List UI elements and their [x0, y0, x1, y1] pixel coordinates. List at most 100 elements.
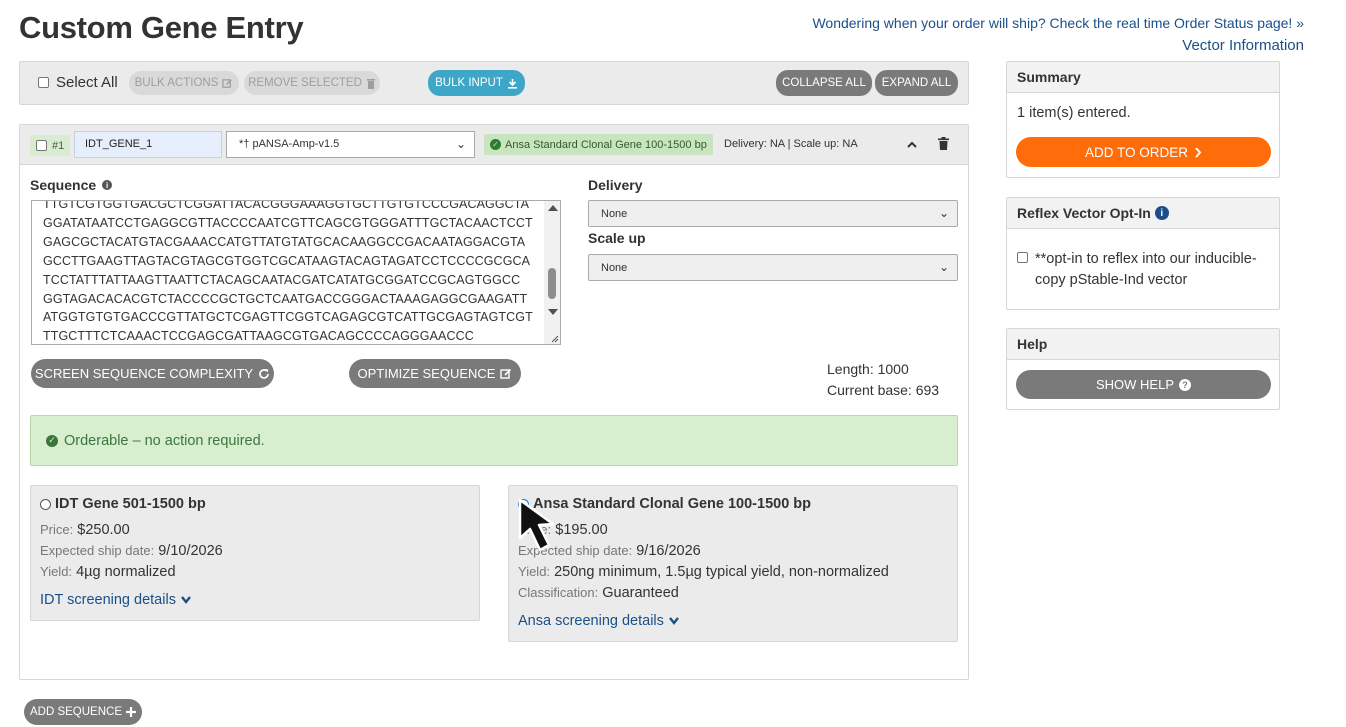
- yield-line: Yield: 250ng minimum, 1.5µg typical yiel…: [518, 564, 889, 580]
- chevron-down-icon: [181, 596, 191, 604]
- bulk-actions-button[interactable]: BULK ACTIONS: [129, 71, 239, 95]
- ansa-screening-details-link[interactable]: Ansa screening details: [518, 613, 680, 629]
- sequence-label: Sequence i: [30, 177, 113, 193]
- sequence-length: Length: 1000: [827, 361, 909, 377]
- check-circle-icon: ✓: [46, 434, 58, 447]
- bulk-actions-label: BULK ACTIONS: [134, 77, 219, 89]
- delivery-label: Delivery: [588, 177, 643, 193]
- yield-line: Yield: 4µg normalized: [40, 564, 176, 580]
- remove-selected-button[interactable]: REMOVE SELECTED: [244, 71, 380, 95]
- bulk-input-label: BULK INPUT: [435, 77, 503, 89]
- price-value: $250.00: [77, 522, 130, 538]
- checkbox-icon[interactable]: [38, 77, 49, 88]
- sequence-line: TTGCTTTCTCAAACTCCGAGCGATTAAGCGTGACAGCCCC…: [43, 329, 474, 344]
- product-badge: ✓ Ansa Standard Clonal Gene 100-1500 bp: [484, 134, 713, 155]
- select-all-label: Select All: [56, 74, 118, 91]
- radio-button[interactable]: [40, 498, 51, 510]
- info-icon[interactable]: i: [102, 180, 113, 190]
- sequence-text: TTGTCGTGGTGACGCTCGGATTACACGGGAAAGGTGCTTG…: [43, 201, 533, 344]
- chevron-down-icon: ⌄: [455, 137, 466, 151]
- gene-name-input[interactable]: IDT_GENE_1: [74, 131, 222, 158]
- chevron-up-icon[interactable]: [906, 139, 918, 151]
- resize-grip-icon[interactable]: [549, 333, 559, 343]
- optimize-button-label: OPTIMIZE SEQUENCE: [357, 366, 496, 381]
- chevron-down-icon: [668, 617, 679, 625]
- reflex-opt-in-checkbox[interactable]: [1017, 252, 1028, 263]
- vector-information-link[interactable]: Vector Information: [1182, 37, 1304, 54]
- bulk-input-button[interactable]: BULK INPUT: [428, 70, 525, 96]
- screen-sequence-complexity-button[interactable]: SCREEN SEQUENCE COMPLEXITY: [31, 359, 274, 388]
- add-sequence-button[interactable]: ADD SEQUENCE: [24, 699, 142, 725]
- idt-screening-details-link[interactable]: IDT screening details: [40, 592, 192, 608]
- expand-all-label: EXPAND ALL: [881, 77, 952, 89]
- upload-icon: [507, 78, 517, 89]
- sequence-textarea[interactable]: TTGTCGTGGTGACGCTCGGATTACACGGGAAAGGTGCTTG…: [31, 200, 561, 345]
- scale-up-value: None: [601, 262, 628, 274]
- yield-value: 250ng minimum, 1.5µg typical yield, non-…: [554, 564, 889, 580]
- reflex-text-line-1: **opt-in to reflex into our inducible-: [1035, 251, 1257, 267]
- select-all-checkbox[interactable]: Select All: [38, 74, 118, 91]
- product-badge-label: Ansa Standard Clonal Gene 100-1500 bp: [505, 138, 707, 151]
- scroll-up-arrow[interactable]: [548, 205, 558, 211]
- yield-value: 4µg normalized: [76, 564, 176, 580]
- chevron-down-icon: ⌄: [938, 206, 949, 220]
- orderable-text: Orderable – no action required.: [64, 432, 265, 449]
- ship-date-line: Expected ship date: 9/10/2026: [40, 543, 223, 559]
- classification-line: Classification: Guaranteed: [518, 585, 679, 601]
- collapse-all-button[interactable]: COLLAPSE ALL: [776, 70, 872, 96]
- sequence-line: TCCTATTTATTAAGTTAATTCTACAGCAATACGATCATAT…: [43, 272, 521, 287]
- vector-select[interactable]: *† pANSA-Amp-v1.5 ⌄: [226, 131, 475, 158]
- help-panel: Help SHOW HELP ?: [1006, 328, 1280, 410]
- scroll-thumb[interactable]: [548, 268, 556, 299]
- gene-header: #1 IDT_GENE_1 *† pANSA-Amp-v1.5 ⌄ ✓ Ansa…: [20, 125, 968, 165]
- chevron-right-icon: [1195, 146, 1202, 158]
- classification-key: Classification:: [518, 585, 599, 600]
- refresh-icon: [259, 368, 269, 379]
- reflex-title-text: Reflex Vector Opt-In: [1017, 205, 1151, 221]
- reflex-text-line-2: copy pStable-Ind vector: [1035, 272, 1188, 288]
- ship-date-key: Expected ship date:: [40, 543, 155, 558]
- add-to-order-button[interactable]: ADD TO ORDER: [1016, 137, 1271, 167]
- delivery-select[interactable]: None ⌄: [588, 200, 958, 227]
- yield-key: Yield:: [40, 564, 73, 579]
- vector-value: *† pANSA-Amp-v1.5: [239, 138, 340, 150]
- edit-icon: [500, 368, 512, 379]
- delete-gene-icon[interactable]: [938, 137, 949, 150]
- ship-date-value: 9/16/2026: [636, 543, 701, 559]
- scroll-down-arrow[interactable]: [548, 309, 558, 315]
- gene-select[interactable]: #1: [30, 135, 70, 156]
- product-option-ansa[interactable]: Ansa Standard Clonal Gene 100-1500 bp Pr…: [508, 485, 958, 642]
- scale-up-select[interactable]: None ⌄: [588, 254, 958, 281]
- option-title-text: IDT Gene 501-1500 bp: [55, 496, 206, 512]
- yield-key: Yield:: [518, 564, 551, 579]
- checkbox-icon[interactable]: [36, 140, 47, 151]
- sequence-line: ATGGTGTGTGACCCGTTATGCTCGAGTTCGGTCAGAGCGT…: [43, 310, 533, 325]
- ship-date-value: 9/10/2026: [158, 543, 223, 559]
- delivery-value: None: [601, 208, 628, 220]
- show-help-button[interactable]: SHOW HELP ?: [1016, 370, 1271, 399]
- sequence-label-text: Sequence: [30, 177, 97, 193]
- screening-link-text: IDT screening details: [40, 592, 176, 608]
- price-key: Price:: [40, 522, 74, 537]
- order-status-link[interactable]: Wondering when your order will ship? Che…: [812, 15, 1304, 31]
- product-option-idt[interactable]: IDT Gene 501-1500 bp Price: $250.00 Expe…: [30, 485, 480, 621]
- optimize-sequence-button[interactable]: OPTIMIZE SEQUENCE: [349, 359, 521, 388]
- summary-title: Summary: [1007, 62, 1279, 93]
- plus-icon: [126, 707, 137, 717]
- option-title-text: Ansa Standard Clonal Gene 100-1500 bp: [533, 496, 812, 512]
- classification-value: Guaranteed: [602, 585, 679, 601]
- option-title[interactable]: IDT Gene 501-1500 bp: [40, 496, 206, 512]
- sequence-scrollbar[interactable]: [544, 201, 560, 344]
- expand-all-button[interactable]: EXPAND ALL: [875, 70, 958, 96]
- sequence-line: GGTAGACACACGTCTACCCCGCTGCTCAATGACCGGGACT…: [43, 291, 528, 306]
- scale-up-label: Scale up: [588, 230, 646, 246]
- sequence-line: GAGCGCTACATGTACGAAACCATGTTATGTATGCACAAGG…: [43, 234, 526, 249]
- summary-panel: Summary 1 item(s) entered. ADD TO ORDER: [1006, 61, 1280, 178]
- info-icon[interactable]: i: [1154, 206, 1169, 220]
- add-to-order-label: ADD TO ORDER: [1084, 144, 1189, 160]
- current-base: Current base: 693: [827, 382, 940, 398]
- reflex-title: Reflex Vector Opt-In i: [1007, 198, 1279, 229]
- add-sequence-label: ADD SEQUENCE: [29, 706, 123, 718]
- edit-icon: [222, 78, 233, 88]
- price-line: Price: $250.00: [40, 522, 130, 538]
